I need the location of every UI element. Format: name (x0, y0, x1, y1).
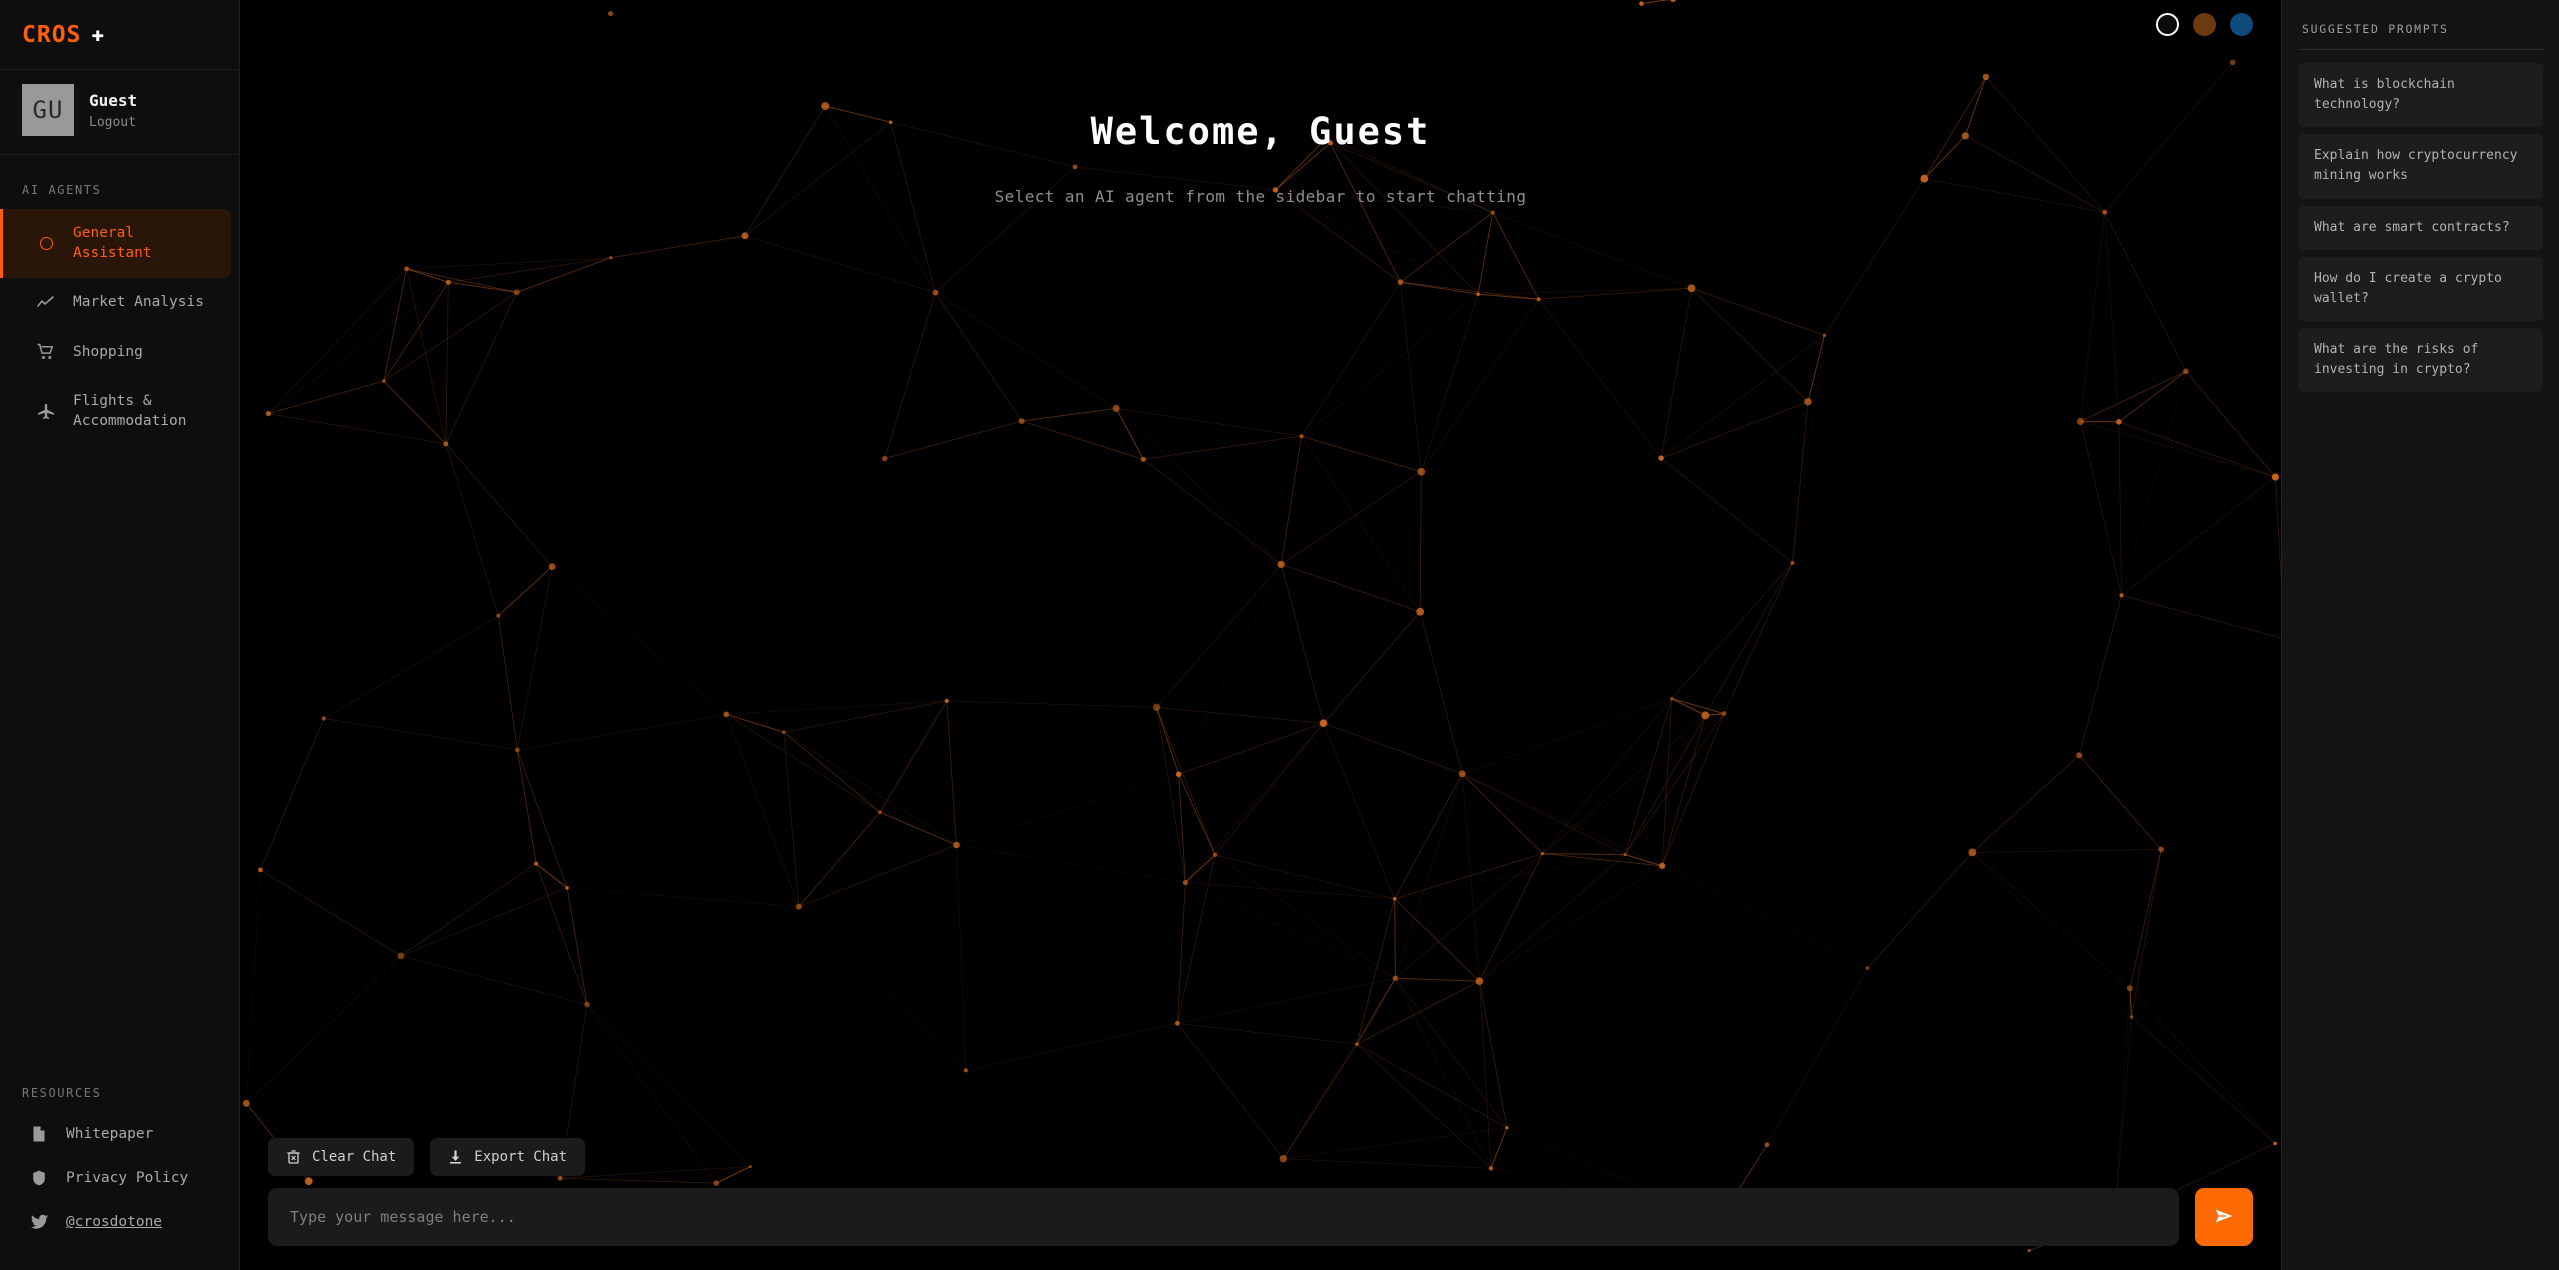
clear-chat-button[interactable]: Clear Chat (268, 1138, 415, 1176)
suggested-prompt-item[interactable]: What are smart contracts? (2298, 205, 2543, 250)
message-composer (240, 1188, 2281, 1270)
suggested-prompts-list: What is blockchain technology? Explain h… (2298, 50, 2543, 393)
profile-meta: Guest Logout (89, 91, 137, 130)
plus-icon[interactable]: ✚ (91, 24, 104, 45)
theme-dot-blue[interactable] (2230, 13, 2253, 36)
suggested-prompt-item[interactable]: Explain how cryptocurrency mining works (2298, 134, 2543, 199)
brand-logo-text: CROS (22, 21, 82, 48)
clear-chat-label: Clear Chat (312, 1149, 397, 1165)
user-profile[interactable]: GU Guest Logout (0, 70, 239, 155)
circle-ring-icon (37, 235, 55, 253)
brand-header[interactable]: CROS ✚ (0, 0, 239, 70)
app-root: CROS ✚ GU Guest Logout AI AGENTS General… (0, 0, 2559, 1270)
resource-item-privacy-policy[interactable]: Privacy Policy (0, 1156, 239, 1200)
sidebar: CROS ✚ GU Guest Logout AI AGENTS General… (0, 0, 240, 1270)
document-icon (30, 1125, 48, 1143)
chart-line-icon (37, 294, 55, 312)
theme-dot-brown[interactable] (2193, 13, 2216, 36)
sidebar-item-shopping[interactable]: Shopping (0, 328, 239, 378)
resource-label: Whitepaper (66, 1126, 154, 1142)
sidebar-item-label: Flights & Accommodation (73, 393, 187, 429)
send-button[interactable] (2195, 1188, 2253, 1246)
resource-item-whitepaper[interactable]: Whitepaper (0, 1112, 239, 1156)
export-chat-label: Export Chat (474, 1149, 568, 1165)
page-title: Welcome, Guest (1090, 110, 1431, 153)
export-chat-button[interactable]: Export Chat (430, 1138, 586, 1176)
download-icon (448, 1150, 463, 1165)
resource-item-twitter[interactable]: @crosdotone (0, 1200, 239, 1244)
theme-switcher (2156, 13, 2253, 36)
resource-label: Privacy Policy (66, 1170, 189, 1186)
shield-icon (30, 1169, 48, 1187)
welcome-block: Welcome, Guest Select an AI agent from t… (240, 0, 2281, 206)
theme-dot-dark[interactable] (2156, 13, 2179, 36)
agent-nav-list: General Assistant Market Analysis Shoppi… (0, 209, 239, 446)
resources-list: Whitepaper Privacy Policy @crosdotone (0, 1112, 239, 1270)
suggested-prompts-panel: SUGGESTED PROMPTS What is blockchain tec… (2281, 0, 2559, 1270)
airplane-icon (37, 403, 55, 421)
suggested-prompt-item[interactable]: What are the risks of investing in crypt… (2298, 327, 2543, 393)
suggested-prompt-item[interactable]: What is blockchain technology? (2298, 63, 2543, 128)
page-subtitle: Select an AI agent from the sidebar to s… (994, 187, 1527, 206)
suggested-prompt-item[interactable]: How do I create a crypto wallet? (2298, 256, 2543, 321)
shopping-cart-icon (37, 343, 55, 361)
sidebar-item-general-assistant[interactable]: General Assistant (0, 209, 231, 279)
twitter-icon (30, 1213, 48, 1231)
trash-icon (286, 1150, 301, 1165)
message-input[interactable] (268, 1188, 2179, 1246)
send-paper-plane-icon (2213, 1205, 2235, 1230)
logout-link[interactable]: Logout (89, 115, 137, 130)
resources-section-label: RESOURCES (22, 1086, 102, 1100)
sidebar-item-label: General Assistant (73, 225, 152, 261)
sidebar-item-label: Shopping (73, 343, 143, 360)
suggested-prompts-title: SUGGESTED PROMPTS (2298, 18, 2543, 50)
profile-name: Guest (89, 90, 138, 110)
sidebar-item-market-analysis[interactable]: Market Analysis (0, 278, 239, 328)
sidebar-item-flights-accommodation[interactable]: Flights & Accommodation (0, 377, 239, 446)
main-chat-area: Welcome, Guest Select an AI agent from t… (240, 0, 2281, 1270)
ai-agents-section-label: AI AGENTS (22, 183, 102, 197)
sidebar-item-label: Market Analysis (73, 294, 204, 311)
resource-label: @crosdotone (66, 1214, 163, 1230)
chat-actions-bar: Clear Chat Export Chat (240, 1138, 2281, 1188)
avatar: GU (22, 84, 74, 136)
